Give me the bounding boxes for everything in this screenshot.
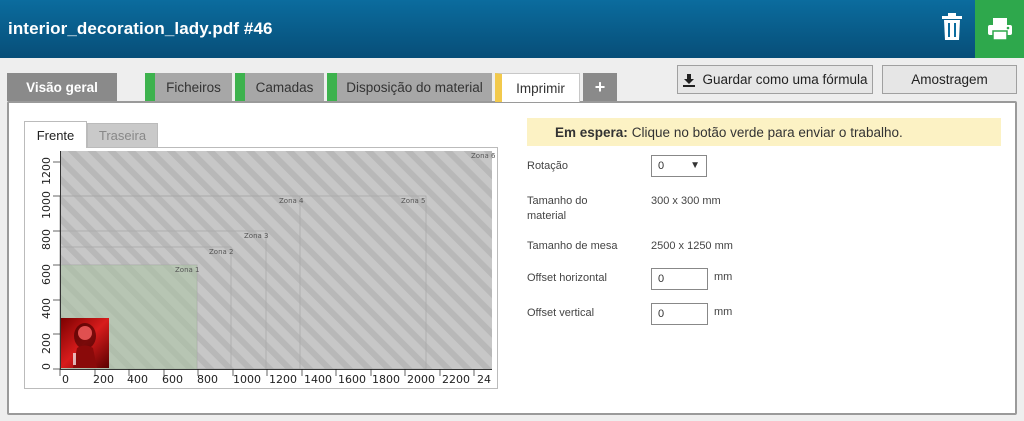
x-tick-label: 1600 bbox=[338, 373, 366, 386]
rotation-value: 0 bbox=[658, 160, 665, 172]
offset-vertical-unit: mm bbox=[714, 306, 733, 318]
tab-back[interactable]: Traseira bbox=[87, 123, 158, 148]
print-preview: Zona 1 Zona 2 Zona 3 Zona 4 Zona 5 Zona … bbox=[24, 147, 498, 389]
x-tick-label: 2200 bbox=[442, 373, 470, 386]
print-button[interactable] bbox=[975, 0, 1024, 58]
chevron-down-icon: ▼ bbox=[690, 160, 700, 171]
y-tick-label: 200 bbox=[40, 333, 53, 354]
zone-label: Zona 5 bbox=[401, 197, 425, 205]
y-tick-label: 1000 bbox=[40, 191, 53, 219]
status-label: Em espera: bbox=[555, 124, 628, 140]
x-tick-label: 200 bbox=[93, 373, 114, 386]
x-tick-label: 400 bbox=[127, 373, 148, 386]
offset-vertical-label: Offset vertical bbox=[527, 307, 595, 319]
top-bar: interior_decoration_lady.pdf #46 bbox=[0, 0, 1024, 58]
save-as-formula-button[interactable]: Guardar como uma fórmula bbox=[677, 65, 873, 94]
offset-vertical-input[interactable]: 0 bbox=[651, 303, 708, 325]
y-tick-label: 400 bbox=[40, 298, 53, 319]
zone-label: Zona 3 bbox=[244, 232, 268, 240]
add-tab-button[interactable]: + bbox=[583, 73, 617, 101]
offset-horizontal-unit: mm bbox=[714, 271, 733, 283]
status-message: Clique no botão verde para enviar o trab… bbox=[631, 124, 903, 140]
tab-layers[interactable]: Camadas bbox=[235, 73, 324, 101]
y-tick-label: 1200 bbox=[40, 157, 53, 185]
rotation-label: Rotação bbox=[527, 160, 568, 172]
job-thumbnail[interactable] bbox=[60, 318, 109, 368]
rotation-select[interactable]: 0 ▼ bbox=[651, 155, 707, 177]
table-size-value: 2500 x 1250 mm bbox=[651, 240, 733, 252]
offset-horizontal-input[interactable]: 0 bbox=[651, 268, 708, 290]
save-as-formula-label: Guardar como uma fórmula bbox=[702, 72, 868, 87]
material-size-label: Tamanho do material bbox=[527, 195, 588, 222]
tab-front[interactable]: Frente bbox=[24, 121, 87, 148]
tab-material-layout[interactable]: Disposição do material bbox=[327, 73, 492, 101]
tab-overview[interactable]: Visão geral bbox=[7, 73, 117, 101]
x-tick-label: 2000 bbox=[407, 373, 435, 386]
zone-label: Zona 2 bbox=[209, 248, 233, 256]
x-tick-label: 1800 bbox=[372, 373, 400, 386]
job-title: interior_decoration_lady.pdf #46 bbox=[8, 19, 273, 38]
table-size-label: Tamanho de mesa bbox=[527, 240, 618, 252]
x-tick-label: 0 bbox=[62, 373, 69, 386]
x-tick-label: 800 bbox=[197, 373, 218, 386]
trash-icon[interactable] bbox=[940, 12, 964, 42]
y-tick-label: 600 bbox=[40, 264, 53, 285]
offset-horizontal-label: Offset horizontal bbox=[527, 272, 607, 284]
x-tick-label: 24 bbox=[477, 373, 491, 386]
zone-label: Zona 6 bbox=[471, 152, 496, 160]
y-tick-label: 800 bbox=[40, 229, 53, 250]
tab-files[interactable]: Ficheiros bbox=[145, 73, 232, 101]
y-tick-label: 0 bbox=[40, 363, 53, 370]
sample-button[interactable]: Amostragem bbox=[882, 65, 1017, 94]
material-size-value: 300 x 300 mm bbox=[651, 195, 721, 207]
x-tick-label: 1200 bbox=[269, 373, 297, 386]
zone-label: Zona 1 bbox=[175, 266, 199, 274]
zone-label: Zona 4 bbox=[279, 197, 304, 205]
x-tick-label: 1400 bbox=[304, 373, 332, 386]
tab-print[interactable]: Imprimir bbox=[495, 73, 580, 102]
x-tick-label: 600 bbox=[162, 373, 183, 386]
status-banner: Em espera: Clique no botão verde para en… bbox=[527, 118, 1001, 146]
printer-icon bbox=[987, 18, 1012, 41]
download-icon bbox=[683, 73, 696, 87]
x-tick-label: 1000 bbox=[233, 373, 261, 386]
